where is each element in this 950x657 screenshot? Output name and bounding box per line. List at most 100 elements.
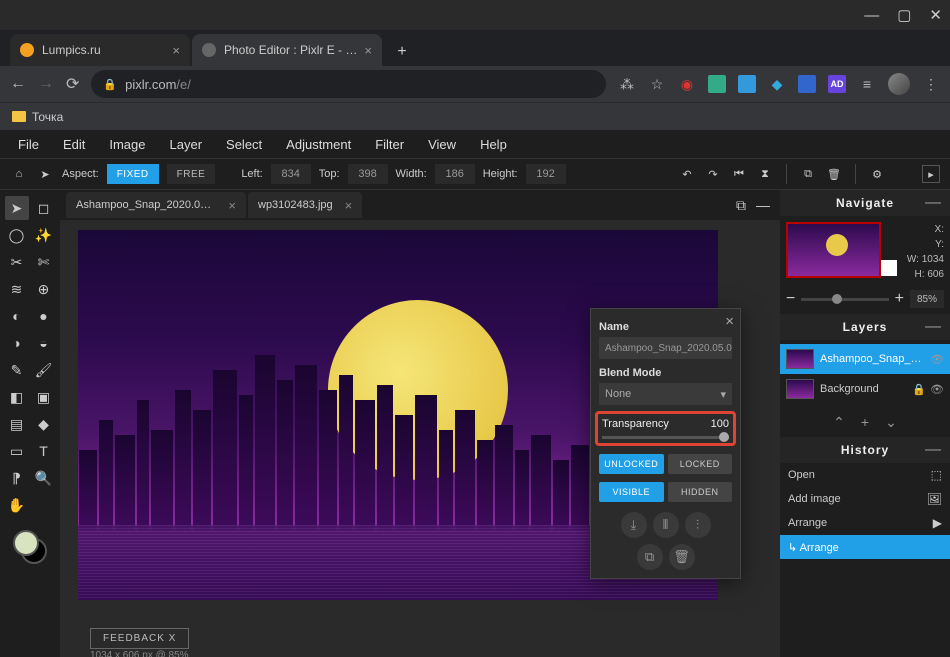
gear-icon[interactable]: ⚙	[868, 165, 886, 183]
navigate-thumbnail[interactable]	[786, 222, 881, 278]
ext-icon-1[interactable]: ◉	[678, 75, 696, 93]
zoom-tool[interactable]: 🔍	[32, 466, 56, 490]
sponge-tool[interactable]: ◒	[32, 331, 56, 355]
navigate-panel-header[interactable]: Navigate—	[780, 190, 950, 216]
menu-image[interactable]: Image	[97, 137, 157, 152]
frame-tool[interactable]: ▭	[5, 439, 29, 463]
cursor-icon[interactable]: ➤	[36, 165, 54, 183]
ext-icon-3[interactable]	[738, 75, 756, 93]
history-item-1[interactable]: Add image🖼	[780, 487, 950, 511]
browser-tab-0[interactable]: Lumpics.ru ×	[10, 34, 190, 66]
close-doctab-icon[interactable]: ×	[228, 198, 236, 213]
slider-knob[interactable]	[719, 432, 729, 442]
skip-back-icon[interactable]: ⏮	[730, 165, 748, 183]
document-tab-0[interactable]: Ashampoo_Snap_2020.05.09_21... ×	[66, 192, 246, 218]
back-button[interactable]: ←	[10, 75, 26, 93]
history-panel-header[interactable]: History—	[780, 437, 950, 463]
locked-button[interactable]: LOCKED	[668, 454, 733, 474]
ext-icon-7[interactable]: ≡	[858, 75, 876, 93]
duplicate-icon[interactable]: ⧉	[799, 165, 817, 183]
visible-button[interactable]: VISIBLE	[599, 482, 664, 502]
menu-filter[interactable]: Filter	[363, 137, 416, 152]
top-input[interactable]: 398	[348, 164, 388, 184]
unlocked-button[interactable]: UNLOCKED	[599, 454, 664, 474]
ext-icon-2[interactable]	[708, 75, 726, 93]
minimize-icon[interactable]: —	[925, 441, 942, 459]
history-item-3[interactable]: ↳ Arrange	[780, 535, 950, 559]
zoom-track[interactable]	[801, 298, 888, 301]
marquee-tool[interactable]: ◻	[32, 196, 56, 220]
text-tool[interactable]: T	[32, 439, 56, 463]
align-left-icon[interactable]: ⤓	[621, 512, 647, 538]
zoom-slider[interactable]: − + 85%	[786, 282, 944, 308]
left-input[interactable]: 834	[271, 164, 311, 184]
layer-down-icon[interactable]: ⌄	[885, 414, 897, 431]
wand-tool[interactable]: ✨	[32, 223, 56, 247]
menu-edit[interactable]: Edit	[51, 137, 97, 152]
ext-icon-6[interactable]: AD	[828, 75, 846, 93]
trash-icon[interactable]: 🗑	[825, 165, 843, 183]
close-doctab-icon[interactable]: ×	[345, 198, 353, 213]
browser-menu-icon[interactable]: ⋮	[922, 75, 940, 93]
duplicate-layer-icon[interactable]: ⧉	[637, 544, 663, 570]
document-tab-1[interactable]: wp3102483.jpg ×	[248, 192, 362, 218]
lasso-tool[interactable]: ◯	[5, 223, 29, 247]
ext-icon-5[interactable]	[798, 75, 816, 93]
move-tool[interactable]: ➤	[5, 196, 29, 220]
clone-tool[interactable]: ⊕	[32, 277, 56, 301]
layer-add-icon[interactable]: +	[861, 414, 869, 431]
pen-tool[interactable]: ✎	[5, 358, 29, 382]
gradient-tool[interactable]: ▤	[5, 412, 29, 436]
dodge-tool[interactable]: ◑	[5, 331, 29, 355]
hidden-button[interactable]: HIDDEN	[668, 482, 733, 502]
align-right-icon[interactable]: ⫶	[685, 512, 711, 538]
aspect-fixed-button[interactable]: FIXED	[107, 164, 159, 184]
star-icon[interactable]: ☆	[648, 75, 666, 93]
window-minimize-icon[interactable]: —	[756, 197, 770, 213]
menu-view[interactable]: View	[416, 137, 468, 152]
layer-visibility-icon[interactable]: 👁	[930, 353, 944, 366]
delete-layer-icon[interactable]: 🗑	[669, 544, 695, 570]
color-swatches[interactable]	[13, 530, 47, 564]
transparency-value[interactable]: 100	[711, 418, 729, 430]
zoom-value[interactable]: 85%	[910, 290, 944, 308]
fill-tool[interactable]: ▣	[32, 385, 56, 409]
hourglass-icon[interactable]: ⧗	[756, 165, 774, 183]
width-input[interactable]: 186	[435, 164, 475, 184]
undo-icon[interactable]: ↶	[678, 165, 696, 183]
menu-select[interactable]: Select	[214, 137, 274, 152]
blend-mode-select[interactable]: None▾	[599, 383, 732, 405]
profile-avatar[interactable]	[888, 73, 910, 95]
height-input[interactable]: 192	[526, 164, 566, 184]
menu-adjustment[interactable]: Adjustment	[274, 137, 363, 152]
liquify-tool[interactable]: ≋	[5, 277, 29, 301]
close-popup-icon[interactable]: ×	[725, 313, 734, 330]
translate-icon[interactable]: ⁂	[618, 75, 636, 93]
transparency-slider[interactable]	[602, 436, 729, 439]
new-tab-button[interactable]: +	[388, 38, 416, 66]
blur-tool[interactable]: ●	[32, 304, 56, 328]
close-window-button[interactable]: ✕	[929, 6, 942, 24]
minimize-button[interactable]: —	[864, 7, 879, 24]
history-item-0[interactable]: Open⬚	[780, 463, 950, 487]
layer-name-input[interactable]: Ashampoo_Snap_2020.05.09	[599, 337, 732, 359]
menu-file[interactable]: File	[6, 137, 51, 152]
panel-toggle-icon[interactable]: ▸	[922, 165, 940, 183]
layer-item-0[interactable]: Ashampoo_Snap_20... 👁	[780, 344, 950, 374]
eraser-tool[interactable]: ◧	[5, 385, 29, 409]
close-tab-icon[interactable]: ×	[364, 43, 372, 58]
close-tab-icon[interactable]: ×	[172, 43, 180, 58]
layers-panel-header[interactable]: Layers—	[780, 314, 950, 340]
brush-tool[interactable]: 🖌	[32, 358, 56, 382]
cut-tool[interactable]: ✄	[32, 250, 56, 274]
layer-up-icon[interactable]: ⌃	[833, 414, 845, 431]
forward-button[interactable]: →	[38, 75, 54, 93]
shape-tool[interactable]: ◆	[32, 412, 56, 436]
crop-tool[interactable]: ✂	[5, 250, 29, 274]
hand-tool[interactable]: ✋	[5, 493, 29, 517]
heal-tool[interactable]: ◐	[5, 304, 29, 328]
minimize-icon[interactable]: —	[925, 194, 942, 212]
layer-lock-icon[interactable]: 🔒	[912, 383, 926, 396]
history-item-2[interactable]: Arrange▶	[780, 511, 950, 535]
bookmark-folder[interactable]: Точка	[12, 110, 63, 124]
